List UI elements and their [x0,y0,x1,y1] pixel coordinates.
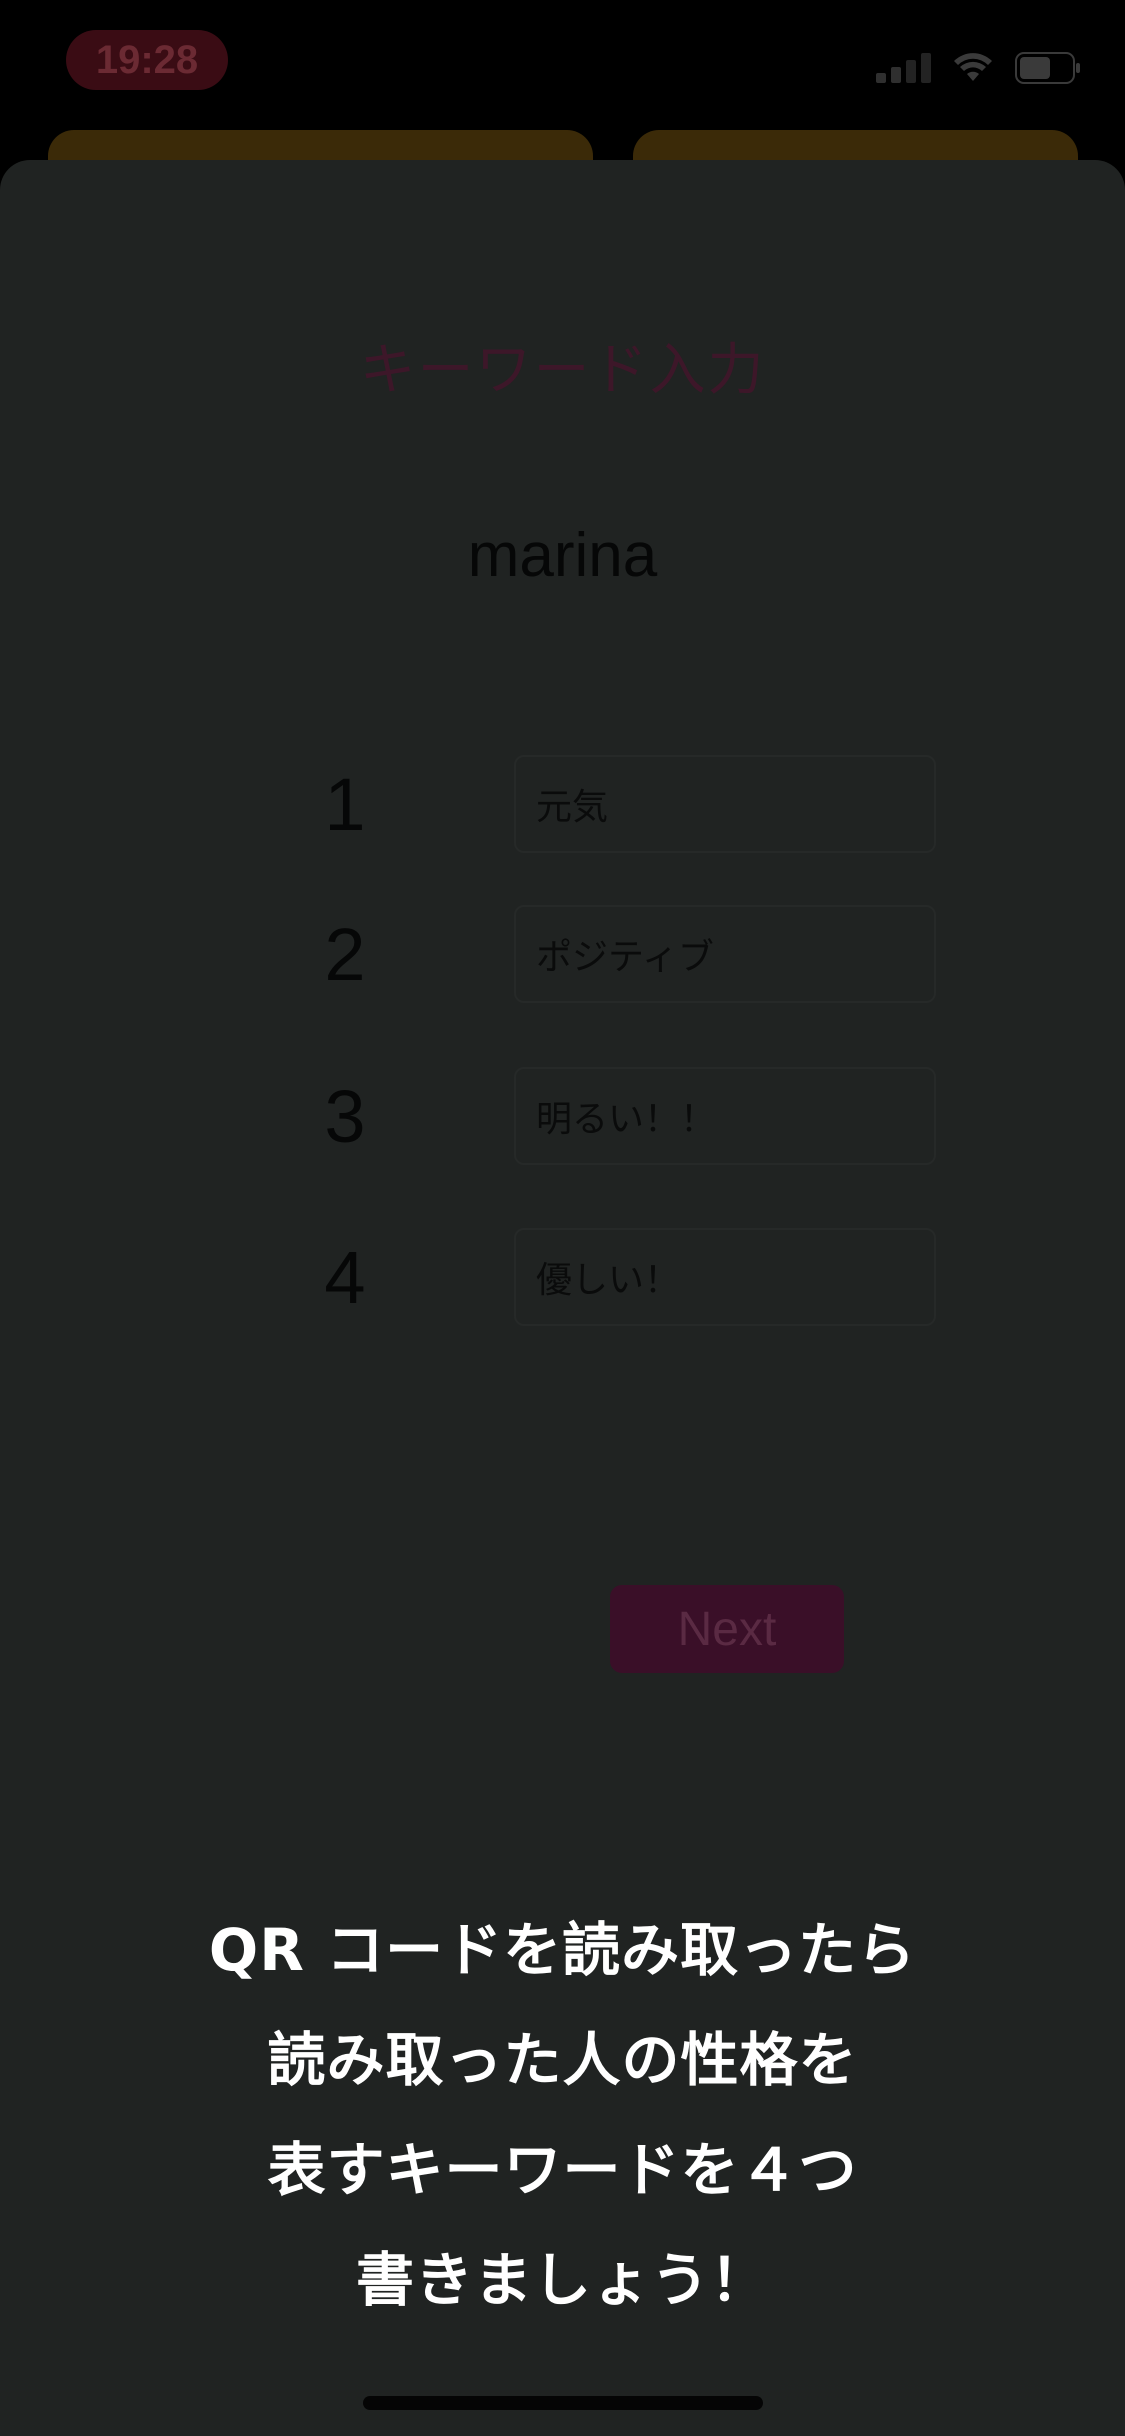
keyword-number: 3 [324,1075,366,1158]
home-indicator[interactable] [363,2396,763,2410]
keyword-input-3[interactable] [514,1067,936,1165]
page-title: キーワード入力 [359,338,766,403]
status-time: 19:28 [66,30,228,90]
next-button[interactable]: Next [610,1585,844,1673]
battery-icon [1015,52,1081,84]
status-bar: 19:28 [0,0,1125,150]
keyword-row: 2 [0,905,1125,1005]
status-icons [876,52,1081,84]
keyword-row: 4 [0,1228,1125,1328]
instruction-line: QR コードを読み取ったら [208,1916,917,1984]
keyword-input-4[interactable] [514,1228,936,1326]
user-name: marina [467,521,658,590]
keyword-row: 1 [0,755,1125,855]
keyword-number: 1 [324,763,366,846]
instruction-text: QR コードを読み取ったら 読み取った人の性格を 表すキーワードを４つ 書きまし… [0,1895,1125,2335]
keyword-number: 4 [324,1236,366,1319]
instruction-line: 書きましょう！ [355,2246,769,2314]
cellular-signal-icon [876,53,931,83]
instruction-line: 表すキーワードを４つ [267,2136,858,2204]
keyword-input-2[interactable] [514,905,936,1003]
wifi-icon [953,53,993,83]
keyword-row: 3 [0,1067,1125,1167]
modal-sheet: キーワード入力 marina 1 2 3 4 Next QR コードを読み取った… [0,160,1125,2436]
keyword-input-1[interactable] [514,755,936,853]
keyword-number: 2 [324,913,366,996]
instruction-line: 読み取った人の性格を [267,2026,858,2094]
